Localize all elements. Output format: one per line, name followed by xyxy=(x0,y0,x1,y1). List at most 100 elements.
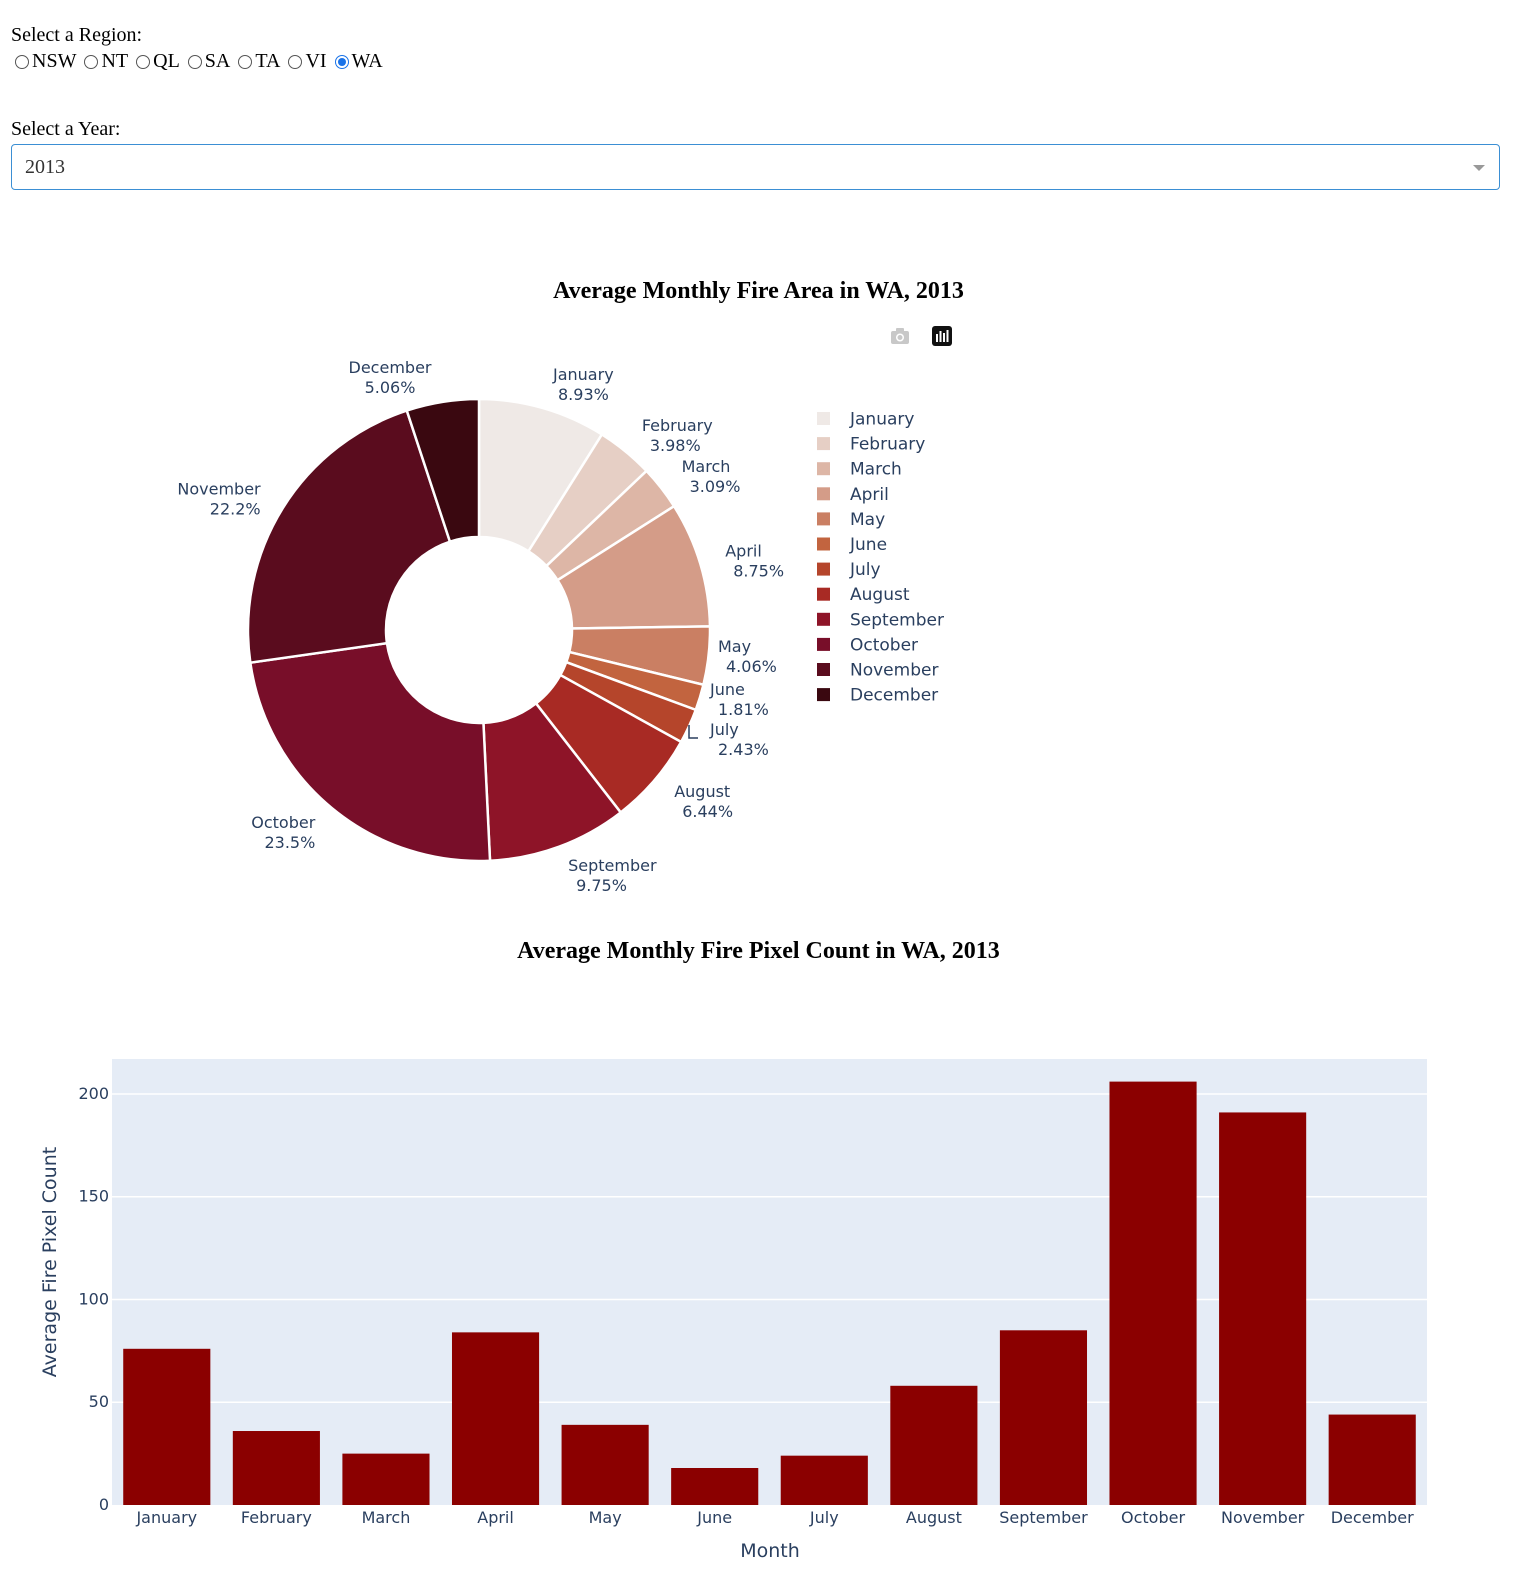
bar-august[interactable] xyxy=(890,1385,978,1505)
region-option-vi[interactable]: VI xyxy=(284,50,327,73)
pie-slice-label: June 1.81% xyxy=(709,680,769,719)
legend-label[interactable]: November xyxy=(850,661,938,681)
pie-label-name: December xyxy=(349,358,432,377)
pie-label-name: November xyxy=(177,479,261,498)
chevron-down-icon[interactable] xyxy=(1473,165,1485,171)
legend-swatch-june[interactable] xyxy=(817,537,830,551)
legend-swatch-september[interactable] xyxy=(817,612,830,626)
legend-swatch-november[interactable] xyxy=(817,663,830,676)
region-option-sa[interactable]: SA xyxy=(184,50,231,73)
legend-swatch-december[interactable] xyxy=(817,688,830,702)
region-radio-group: NSW NT QL SA TA VI WA xyxy=(11,50,387,73)
legend-label[interactable]: March xyxy=(850,460,902,480)
pie-slice-label: March 3.09% xyxy=(682,457,741,496)
pie-label-pointer xyxy=(688,725,698,739)
x-tick-label: August xyxy=(906,1508,962,1527)
pie-label-name: October xyxy=(251,813,315,832)
pie-slice-label: February 3.98% xyxy=(642,416,713,455)
legend-swatch-may[interactable] xyxy=(817,512,830,526)
pie-slice-label: July 2.43% xyxy=(709,720,769,759)
region-radio-sa[interactable] xyxy=(187,54,202,69)
bar-july[interactable] xyxy=(780,1455,868,1505)
x-tick-label: March xyxy=(362,1508,411,1527)
x-tick-label: April xyxy=(477,1508,514,1527)
pie-slice-label: May 4.06% xyxy=(718,637,777,676)
region-radio-label: NT xyxy=(101,50,129,72)
legend-swatch-october[interactable] xyxy=(817,637,830,651)
legend-label[interactable]: January xyxy=(849,410,914,430)
pie-label-value: 1.81% xyxy=(718,700,769,719)
pie-slice-label: December 5.06% xyxy=(349,358,432,397)
y-tick-label: 50 xyxy=(89,1392,109,1411)
legend-swatch-august[interactable] xyxy=(817,587,830,601)
region-radio-label: NSW xyxy=(32,50,77,72)
pie-label-value: 8.75% xyxy=(733,561,784,580)
legend-swatch-march[interactable] xyxy=(817,462,830,476)
bar-april[interactable] xyxy=(451,1332,540,1505)
region-radio-ql[interactable] xyxy=(136,54,151,69)
region-radio-nsw[interactable] xyxy=(15,54,29,69)
region-radio-label: TA xyxy=(255,50,281,72)
bar-december[interactable] xyxy=(1328,1414,1416,1505)
bar-january[interactable] xyxy=(123,1348,211,1505)
legend-swatch-july[interactable] xyxy=(817,562,830,576)
pie-label-value: 23.5% xyxy=(264,833,315,852)
x-axis-title: Month xyxy=(740,1540,800,1562)
pie-label-value: 3.09% xyxy=(690,477,741,496)
pie-label-name: April xyxy=(725,541,762,560)
legend-label[interactable]: April xyxy=(850,485,889,505)
legend-swatch-january[interactable] xyxy=(817,412,830,425)
pie-label-name: July xyxy=(709,720,739,739)
legend-label[interactable]: October xyxy=(850,635,918,655)
pie-label-value: 5.06% xyxy=(365,378,416,397)
x-tick-label: December xyxy=(1331,1508,1414,1527)
region-radio-label: WA xyxy=(351,50,383,72)
pie-slice-label: September 9.75% xyxy=(568,856,657,895)
region-radio-vi[interactable] xyxy=(288,54,303,69)
pie-slice-label: August 6.44% xyxy=(674,782,733,821)
year-dropdown[interactable]: 2013 xyxy=(11,144,1500,190)
region-option-wa[interactable]: WA xyxy=(331,50,383,73)
pie-label-name: September xyxy=(568,856,657,875)
pie-label-value: 3.98% xyxy=(650,436,701,455)
pie-label-value: 22.2% xyxy=(210,499,261,518)
legend-label[interactable]: February xyxy=(850,435,925,455)
legend-swatch-april[interactable] xyxy=(817,487,830,501)
bar-chart: 0 50 100 150 200 January February March April May… xyxy=(39,1059,1427,1562)
region-radio-wa[interactable] xyxy=(334,54,349,69)
region-radio-nt[interactable] xyxy=(84,54,99,69)
region-radio-label: SA xyxy=(204,50,231,72)
x-tick-label: January xyxy=(135,1508,197,1527)
y-tick-label: 100 xyxy=(78,1289,109,1308)
y-tick-label: 150 xyxy=(78,1187,109,1206)
bar-may[interactable] xyxy=(561,1424,649,1505)
region-option-ta[interactable]: TA xyxy=(234,50,280,73)
legend-label[interactable]: June xyxy=(849,535,887,555)
pie-label-value: 8.93% xyxy=(558,385,609,404)
bar-september[interactable] xyxy=(999,1330,1088,1505)
pie-label-name: February xyxy=(642,416,713,435)
legend-label[interactable]: July xyxy=(849,560,881,580)
year-label: Select a Year: xyxy=(11,118,121,140)
region-option-nt[interactable]: NT xyxy=(80,50,128,73)
legend-label[interactable]: September xyxy=(850,610,944,630)
legend-swatch-february[interactable] xyxy=(817,437,830,451)
bar-october[interactable] xyxy=(1109,1081,1197,1505)
bar-march[interactable] xyxy=(342,1453,430,1505)
legend-label[interactable]: December xyxy=(850,686,938,706)
region-radio-ta[interactable] xyxy=(238,54,253,69)
x-tick-label: May xyxy=(589,1508,622,1527)
pie-label-name: August xyxy=(674,782,730,801)
pie-label-value: 9.75% xyxy=(576,876,627,895)
region-option-nsw[interactable]: NSW xyxy=(11,50,76,73)
legend-label[interactable]: May xyxy=(850,510,885,530)
bar-february[interactable] xyxy=(232,1431,320,1505)
y-tick-label: 0 xyxy=(99,1495,109,1514)
region-option-ql[interactable]: QL xyxy=(132,50,180,73)
pie-slice-label: January 8.93% xyxy=(552,365,614,404)
pie-label-value: 4.06% xyxy=(726,657,777,676)
bar-june[interactable] xyxy=(671,1468,759,1505)
bar-november[interactable] xyxy=(1219,1112,1307,1505)
x-tick-label: September xyxy=(999,1508,1088,1527)
legend-label[interactable]: August xyxy=(850,585,910,605)
